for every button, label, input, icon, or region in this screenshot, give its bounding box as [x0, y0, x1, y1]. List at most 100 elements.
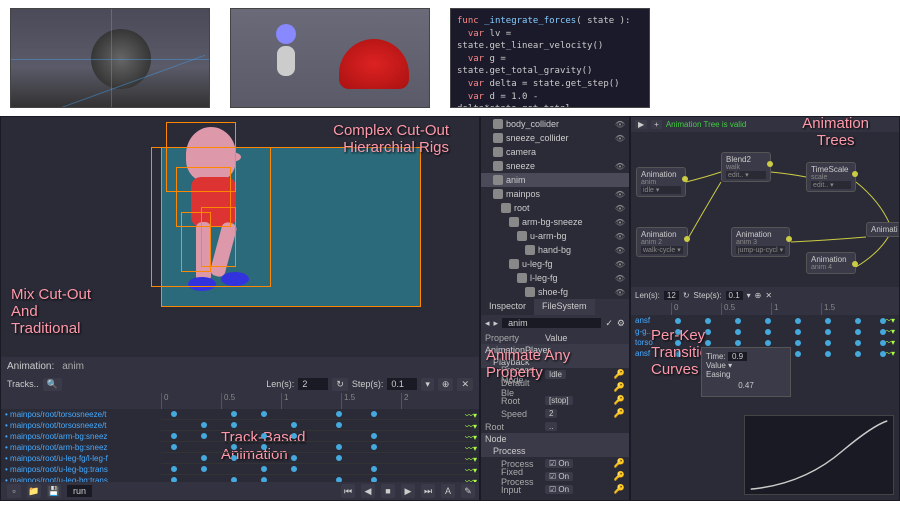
track-row[interactable]: 〰▾	[161, 442, 479, 453]
track-row[interactable]: 〰▾	[161, 409, 479, 420]
visibility-icon[interactable]: 👁	[615, 120, 625, 129]
visibility-icon[interactable]: 👁	[615, 162, 625, 171]
keyframe[interactable]	[825, 329, 831, 335]
track-name[interactable]: • mainpos/root/arm-bg:sneez	[1, 442, 161, 453]
graph-node[interactable]: Animationanimidle ▾	[636, 167, 686, 197]
fwd-icon[interactable]: ▸	[494, 318, 499, 329]
keyframe[interactable]	[261, 411, 267, 417]
close-icon[interactable]: ✕	[765, 291, 772, 300]
keyframe[interactable]	[231, 455, 237, 461]
len-input[interactable]: 12	[664, 291, 679, 300]
graph-node[interactable]: Animationanim 3jump-up-cycl ▾	[731, 227, 790, 257]
visibility-icon[interactable]: 👁	[615, 218, 625, 227]
tree-item[interactable]: arm-bg-sneeze👁	[481, 215, 629, 229]
tree-item[interactable]: l-leg-fg👁	[481, 271, 629, 285]
keyframe[interactable]	[765, 318, 771, 324]
animation-current[interactable]: anim	[62, 361, 84, 372]
key-icon[interactable]: 🔑	[614, 484, 625, 495]
keyframe[interactable]	[825, 340, 831, 346]
prop-value[interactable]: ☑ On	[545, 459, 573, 468]
visibility-icon[interactable]: 👁	[615, 190, 625, 199]
track-row[interactable]: 〰▾	[161, 453, 479, 464]
track-name[interactable]: • mainpos/root/u-leg-bg:trans	[1, 464, 161, 475]
track-row[interactable]: 〰▾	[161, 420, 479, 431]
keyframe[interactable]	[291, 466, 297, 472]
keyframe[interactable]	[201, 455, 207, 461]
gear-icon[interactable]: ⚙	[617, 318, 625, 329]
step-input[interactable]: 0.1	[726, 291, 743, 300]
tree-item[interactable]: root👁	[481, 201, 629, 215]
keyframe[interactable]	[855, 340, 861, 346]
visibility-icon[interactable]: 👁	[615, 260, 625, 269]
keyframe[interactable]	[371, 444, 377, 450]
track-name[interactable]: • mainpos/root/u-leg-fg/l-leg-f	[1, 453, 161, 464]
play-back-icon[interactable]: ◀	[361, 484, 375, 498]
graph-node[interactable]: Animationanim 2walk-cycle ▾	[636, 227, 688, 257]
tab-inspector[interactable]: Inspector	[481, 299, 534, 315]
tree-item[interactable]: anim	[481, 173, 629, 187]
keyframe[interactable]	[231, 422, 237, 428]
keyframe[interactable]	[795, 351, 801, 357]
graph-node[interactable]: Blend2walkedit.. ▾	[721, 152, 771, 182]
tree-canvas[interactable]: Animationanimidle ▾ Blend2walkedit.. ▾ Tim…	[631, 132, 899, 287]
close-icon[interactable]: ✕	[457, 378, 473, 391]
visibility-icon[interactable]: 👁	[615, 232, 625, 241]
timeline-ruler[interactable]: 0 0.5 1 1.5 2	[1, 393, 479, 409]
track-keys[interactable]: Track-Based Animation 〰▾〰▾〰▾〰▾〰▾〰▾〰▾〰▾	[161, 409, 479, 489]
stop-icon[interactable]: ■	[381, 484, 395, 498]
keyframe[interactable]	[261, 433, 267, 439]
next-icon[interactable]: ⏭	[421, 484, 435, 498]
keyframe[interactable]	[675, 318, 681, 324]
visibility-icon[interactable]: 👁	[615, 134, 625, 143]
keyframe[interactable]	[880, 340, 886, 346]
keyframe[interactable]	[825, 351, 831, 357]
key-icon[interactable]: 🔑	[614, 395, 625, 406]
keyframe[interactable]	[855, 329, 861, 335]
inspector-object[interactable]: anim	[502, 318, 601, 328]
keyframe[interactable]	[705, 318, 711, 324]
graph-node[interactable]: TimeScalescaleedit.. ▾	[806, 162, 856, 192]
keyframe[interactable]	[336, 411, 342, 417]
keyframe[interactable]	[371, 466, 377, 472]
visibility-icon[interactable]: 👁	[615, 204, 625, 213]
play-icon[interactable]: ▶	[401, 484, 415, 498]
prop-value[interactable]: ☑ On	[545, 472, 573, 481]
tab-filesystem[interactable]: FileSystem	[534, 299, 595, 315]
prop-value[interactable]: ☑ On	[545, 485, 573, 494]
keyframe[interactable]	[371, 433, 377, 439]
keyframe[interactable]	[261, 444, 267, 450]
keyframe[interactable]	[735, 329, 741, 335]
search-icon[interactable]: 🔍	[43, 378, 62, 391]
keyframe[interactable]	[855, 351, 861, 357]
track-row[interactable]: 〰▾	[161, 431, 479, 442]
key-icon[interactable]: 🔑	[614, 382, 625, 393]
keyframe[interactable]	[880, 351, 886, 357]
loop-icon[interactable]: ↻	[332, 378, 348, 391]
history-icon[interactable]: ✓	[605, 318, 613, 329]
keyframe[interactable]	[291, 433, 297, 439]
track-name[interactable]: • mainpos/root/arm-bg:sneez	[1, 431, 161, 442]
keyframe[interactable]	[795, 329, 801, 335]
track-name[interactable]: • mainpos/root/torsosneeze/t	[1, 409, 161, 420]
keyframe[interactable]	[735, 340, 741, 346]
keyframe[interactable]	[855, 318, 861, 324]
key-track-row[interactable]: ansf〰▾	[631, 315, 899, 326]
loop-icon[interactable]: ↻	[683, 291, 690, 300]
prop-value[interactable]: [stop]	[545, 396, 573, 405]
section-process[interactable]: Process	[481, 445, 629, 457]
tree-item[interactable]: u-leg-fg👁	[481, 257, 629, 271]
keyframe[interactable]	[371, 411, 377, 417]
keyframe[interactable]	[261, 466, 267, 472]
graph-node[interactable]: Animati	[866, 222, 900, 237]
anim-name-field[interactable]: run	[67, 485, 92, 497]
track-row[interactable]: 〰▾	[161, 464, 479, 475]
track-name[interactable]: • mainpos/root/torsosneeze/t	[1, 420, 161, 431]
keyframe[interactable]	[201, 433, 207, 439]
zoom-icon[interactable]: ⊕	[438, 378, 454, 391]
keyframe[interactable]	[171, 433, 177, 439]
keyframe[interactable]	[291, 455, 297, 461]
visibility-icon[interactable]: 👁	[615, 246, 625, 255]
keyframe[interactable]	[201, 422, 207, 428]
tree-item[interactable]: body_collider👁	[481, 117, 629, 131]
keyframe[interactable]	[880, 318, 886, 324]
